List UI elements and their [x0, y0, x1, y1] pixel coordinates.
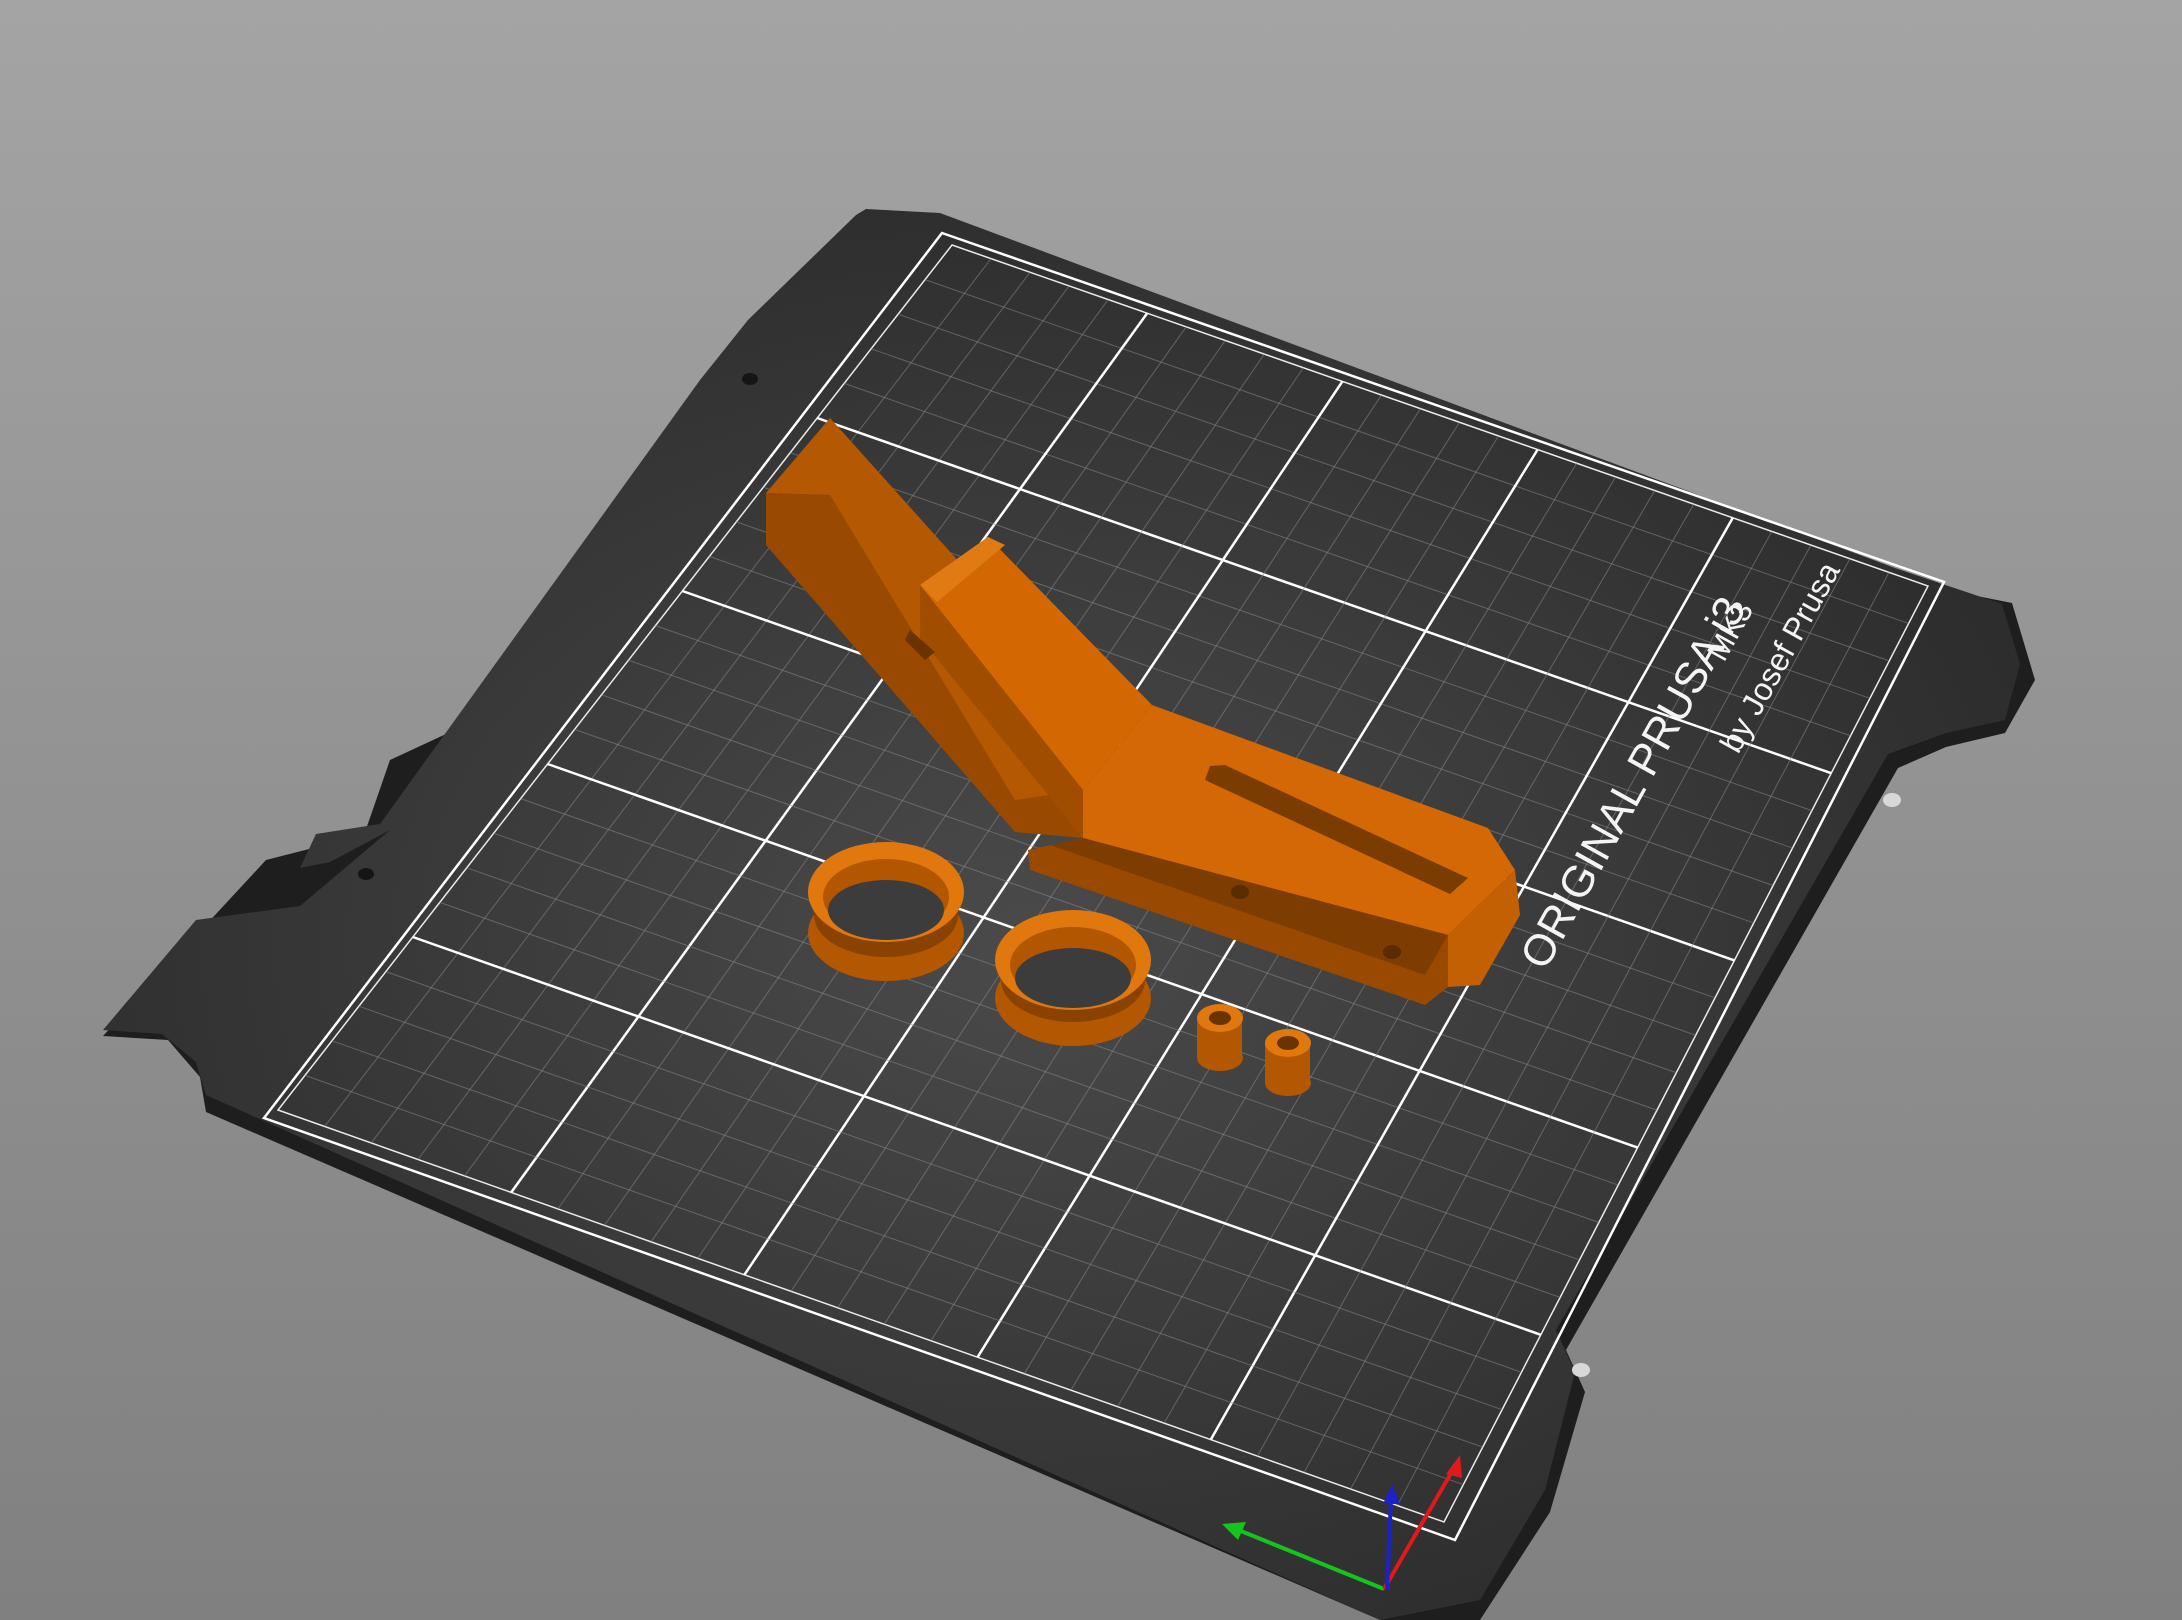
arm-hole	[1231, 885, 1249, 899]
mount-hole	[1883, 793, 1901, 807]
arm-hole	[1383, 945, 1401, 959]
spacer-hole	[1277, 1036, 1299, 1050]
ring-hole-inner	[1015, 948, 1131, 1008]
pulley-ring-1-object[interactable]	[808, 842, 964, 981]
spacer-base	[1265, 1070, 1311, 1096]
ring-hole-inner	[828, 880, 944, 940]
spacer-2-object[interactable]	[1265, 1029, 1311, 1096]
spacer-base	[1197, 1045, 1243, 1071]
mount-hole	[358, 868, 374, 880]
scene-canvas[interactable]: ORIGINAL PRUSA i3 MK3 by Josef Prusa	[0, 0, 2182, 1620]
pulley-ring-2-object[interactable]	[995, 910, 1151, 1046]
spacer-hole	[1209, 1011, 1231, 1025]
mount-hole	[1572, 1363, 1590, 1377]
3d-viewport[interactable]: ORIGINAL PRUSA i3 MK3 by Josef Prusa	[0, 0, 2182, 1620]
mount-hole	[742, 373, 758, 385]
spacer-1-object[interactable]	[1197, 1004, 1243, 1071]
